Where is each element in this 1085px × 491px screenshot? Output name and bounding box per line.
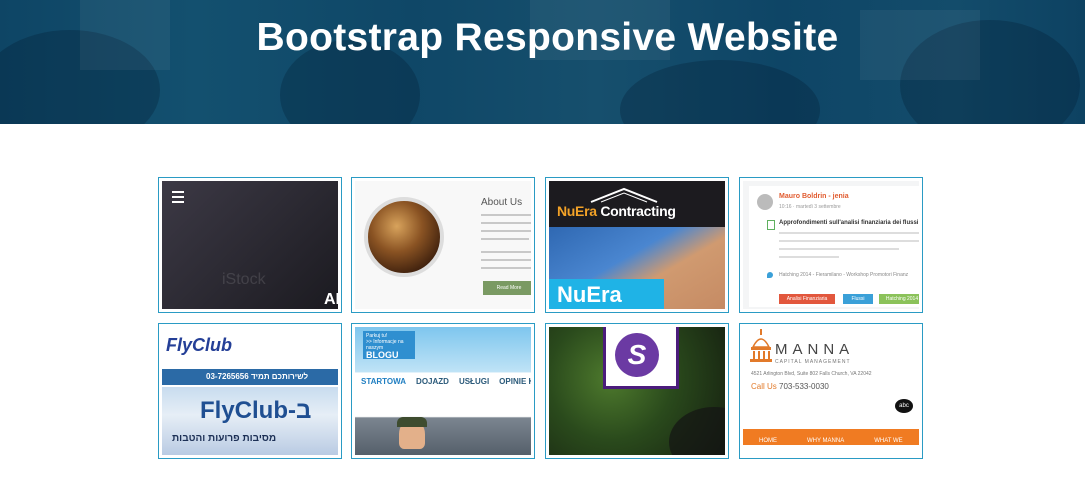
text-line: [779, 248, 899, 250]
hero-brand-text: FlyClub-ב: [200, 397, 312, 424]
nav-item: OPINIE KLIENTÓW: [499, 377, 531, 386]
portfolio-tile-3[interactable]: NuEra Contracting NuEra: [545, 177, 729, 313]
site-nav: HOME WHY MANNA WHAT WE: [743, 429, 919, 445]
watermark: iStock: [222, 271, 266, 288]
abc-logo: abc: [895, 399, 913, 413]
person-cap: [397, 417, 427, 427]
location-pin-icon: [767, 272, 773, 278]
section-heading: About Us: [481, 197, 523, 208]
call-label: Call Us: [751, 382, 777, 391]
text-line: [481, 222, 531, 224]
event-text: Hatching 2014 - Fieramilano - Workshop P…: [779, 272, 909, 278]
hamburger-menu-icon: [172, 191, 184, 206]
portfolio-tile-8[interactable]: MANNA CAPITAL MANAGEMENT 4521 Arlington …: [739, 323, 923, 459]
portfolio-tile-5[interactable]: FlyClub 03-7265656 לשירותכם תמיד FlyClub…: [158, 323, 342, 459]
tile-preview: FlyClub 03-7265656 לשירותכם תמיד FlyClub…: [162, 327, 338, 455]
note-heading: BLOGU: [366, 350, 399, 360]
justice-scales-image: [364, 197, 444, 277]
phone-line: Call Us 703-533-0030: [751, 382, 829, 391]
site-logo: FlyClub: [166, 335, 232, 355]
site-nav: STARTOWA DOJAZD USŁUGI OPINIE KLIENTÓW: [361, 371, 531, 389]
hero-tagline: מסיבות פרועות והטבות: [172, 433, 277, 444]
tile-preview: NuEra Contracting NuEra: [549, 181, 725, 309]
nav-item: WHAT WE: [874, 438, 903, 444]
text-line: [481, 251, 531, 253]
post-title: Approfondimenti sull'analisi finanziaria…: [779, 220, 919, 226]
text-line: [481, 214, 531, 216]
tag-badge: Analisi Finanziaria: [779, 294, 835, 304]
tile-preview: S: [549, 327, 725, 455]
author-name: Mauro Boldrin - jenia: [779, 193, 849, 200]
text-line: [481, 238, 529, 240]
read-more-button: Read More: [483, 281, 531, 295]
capitol-dome-icon: [750, 329, 772, 362]
nav-item: DOJAZD: [416, 377, 449, 386]
text-line: [481, 230, 531, 232]
document-icon: [767, 220, 775, 230]
tile-preview: Parkuj tu! >> Informacje na naszym BLOGU…: [355, 327, 531, 455]
site-logo: NuEra Contracting: [557, 203, 676, 219]
text-line: [779, 256, 839, 258]
site-tagline: CAPITAL MANAGEMENT: [775, 359, 851, 365]
tag-badge: Hatching 2014: [879, 294, 919, 304]
tile-preview: MANNA CAPITAL MANAGEMENT 4521 Arlington …: [743, 327, 919, 455]
heading-fragment: AI: [324, 291, 338, 308]
hero-background-shape: [620, 60, 820, 124]
call-number: 703-533-0030: [779, 382, 829, 391]
address-text: 4521 Arlington Blvd, Suite 802 Falls Chu…: [751, 371, 872, 377]
portfolio-tile-1[interactable]: iStock AI: [158, 177, 342, 313]
post-card: Mauro Boldrin - jenia 10:16 · martedì 3 …: [749, 186, 919, 307]
nav-item: WHY MANNA: [807, 438, 845, 444]
portfolio-tile-4[interactable]: Mauro Boldrin - jenia 10:16 · martedì 3 …: [739, 177, 923, 313]
avatar: [757, 194, 773, 210]
post-time: 10:16 · martedì 3 settembre: [779, 204, 841, 210]
brand-badge-icon: S: [615, 333, 659, 377]
nav-item: STARTOWA: [361, 377, 407, 386]
site-logo: MANNA: [775, 341, 855, 358]
phone-bar: 03-7265656 לשירותכם תמיד: [162, 369, 338, 385]
portfolio-tile-7[interactable]: S: [545, 323, 729, 459]
portfolio-tile-2[interactable]: About Us Read More: [351, 177, 535, 313]
nav-item: HOME: [759, 438, 777, 444]
portfolio-tile-6[interactable]: Parkuj tu! >> Informacje na naszym BLOGU…: [351, 323, 535, 459]
text-line: [481, 267, 531, 269]
hero-banner-text: NuEra: [549, 279, 664, 309]
text-line: [779, 240, 919, 242]
hero-banner: Bootstrap Responsive Website: [0, 0, 1085, 124]
text-line: [481, 259, 531, 261]
tile-preview: iStock AI: [162, 181, 338, 309]
tile-preview: About Us Read More: [355, 181, 531, 309]
person-silhouette: [669, 407, 725, 455]
blog-note: Parkuj tu! >> Informacje na naszym BLOGU: [363, 331, 415, 360]
page-title: Bootstrap Responsive Website: [256, 16, 839, 59]
text-line: [779, 232, 919, 234]
tile-preview: Mauro Boldrin - jenia 10:16 · martedì 3 …: [743, 181, 919, 309]
nav-item: USŁUGI: [458, 377, 490, 386]
roof-logo-icon: [590, 187, 658, 203]
tag-badge: Flussi: [843, 294, 873, 304]
